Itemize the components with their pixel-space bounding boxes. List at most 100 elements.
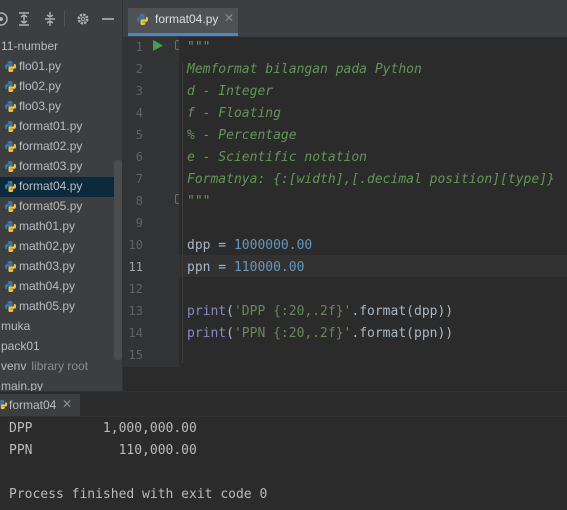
tree-item-label: muka xyxy=(1,319,31,333)
run-icon[interactable] xyxy=(152,39,164,52)
console-output-line: PPN 110,000.00 xyxy=(9,443,197,458)
tree-item-11-number[interactable]: 11-number xyxy=(0,37,116,57)
variable-dpp: dpp xyxy=(187,238,211,253)
line-number: 8 xyxy=(135,194,143,208)
line-number: 2 xyxy=(135,62,143,76)
line-number: 7 xyxy=(135,172,143,186)
code-line-14: print('PPN {:20,.2f}'.format(ppn)) xyxy=(187,323,453,345)
python-file-icon xyxy=(5,101,16,112)
line-number: 5 xyxy=(135,128,143,142)
tree-item-label: format02.py xyxy=(19,139,83,153)
line-number: 13 xyxy=(128,304,143,318)
code-line-8: """ xyxy=(187,194,211,209)
python-file-icon xyxy=(5,261,16,272)
gear-icon[interactable] xyxy=(75,11,91,27)
line-number: 9 xyxy=(135,216,143,230)
method-call: .format(ppn)) xyxy=(351,326,454,341)
python-file-icon xyxy=(5,61,16,72)
line-number-current: 11 xyxy=(128,260,143,274)
variable-ppn: ppn xyxy=(187,260,211,275)
console-exit-message: Process finished with exit code 0 xyxy=(9,487,268,502)
code-line-3: d - Integer xyxy=(187,84,274,99)
python-file-icon xyxy=(5,221,16,232)
tree-item-label: main.py xyxy=(1,379,44,391)
library-root-label: library root xyxy=(31,359,89,373)
code-line-7: Formatnya: {:[width],[.decimal position]… xyxy=(187,172,555,187)
console-output-line: DPP 1,000,000.00 xyxy=(9,421,197,436)
tab-format04[interactable]: format04.py ✕ xyxy=(128,8,238,36)
tree-item-format05[interactable]: format05.py xyxy=(0,197,116,217)
tree-item-venv[interactable]: venv library root xyxy=(0,357,116,377)
string-literal: 'PPN {:20,.2f}' xyxy=(233,326,352,341)
expand-all-icon[interactable] xyxy=(16,11,32,27)
tree-item-math02[interactable]: math02.py xyxy=(0,237,116,257)
python-file-icon xyxy=(5,81,16,92)
tree-item-main[interactable]: main.py xyxy=(0,377,116,391)
tree-item-math04[interactable]: math04.py xyxy=(0,277,116,297)
editor-tab-bar: format04.py ✕ xyxy=(123,0,567,38)
minimize-icon[interactable] xyxy=(100,11,116,27)
tree-item-label: math05.py xyxy=(19,299,76,313)
project-scrollbar[interactable] xyxy=(114,160,122,360)
string-literal: 'DPP {:20,.2f}' xyxy=(233,304,352,319)
line-number: 6 xyxy=(135,150,143,164)
python-file-icon xyxy=(5,161,16,172)
python-file-icon xyxy=(5,281,16,292)
number-literal: 1000000.00 xyxy=(233,238,313,253)
tree-item-label: flo01.py xyxy=(19,59,62,73)
indent-guide xyxy=(182,63,183,363)
close-icon[interactable]: ✕ xyxy=(62,397,72,411)
code-line-11: ppn = 110000.00 xyxy=(187,257,304,279)
line-number: 3 xyxy=(135,84,143,98)
code-line-2: Memformat bilangan pada Python xyxy=(187,62,422,77)
code-line-5: % - Percentage xyxy=(187,128,297,143)
close-icon[interactable]: ✕ xyxy=(224,11,234,25)
run-tab-format04[interactable]: format04 ✕ xyxy=(0,394,80,416)
line-number: 12 xyxy=(128,282,143,296)
target-icon[interactable] xyxy=(0,11,9,27)
code-line-6: e - Scientific notation xyxy=(187,150,368,165)
code-editor[interactable]: """ Memformat bilangan pada Python d - I… xyxy=(179,37,567,367)
number-literal: 110000.00 xyxy=(233,260,305,275)
tree-item-format03[interactable]: format03.py xyxy=(0,157,116,177)
tree-item-flo02[interactable]: flo02.py xyxy=(0,77,116,97)
code-line-13: print('DPP {:20,.2f}'.format(dpp)) xyxy=(187,301,453,323)
tree-item-math05[interactable]: math05.py xyxy=(0,297,116,317)
builtin-print: print xyxy=(187,326,227,341)
run-panel-separator xyxy=(0,416,567,417)
tree-item-label: 11-number xyxy=(1,39,59,53)
line-number: 4 xyxy=(135,106,143,120)
tree-item-label: format05.py xyxy=(19,199,83,213)
code-line-4: f - Floating xyxy=(187,106,281,121)
tree-item-label: flo02.py xyxy=(19,79,62,93)
tree-item-label: format03.py xyxy=(19,159,83,173)
python-file-icon xyxy=(5,301,16,312)
paren: ( xyxy=(226,326,234,341)
tree-item-math03[interactable]: math03.py xyxy=(0,257,116,277)
tree-item-pack01[interactable]: pack01 xyxy=(0,337,116,357)
operator: = xyxy=(210,238,234,253)
venv-label: venv xyxy=(1,359,27,373)
python-file-icon xyxy=(5,241,16,252)
code-line-1: """ xyxy=(187,40,211,55)
collapse-all-icon[interactable] xyxy=(42,11,58,27)
tree-item-flo03[interactable]: flo03.py xyxy=(0,97,116,117)
tree-item-format04[interactable]: format04.py xyxy=(0,177,116,197)
tree-item-math01[interactable]: math01.py xyxy=(0,217,116,237)
project-panel: 11-number flo01.py flo02.py flo03.py for… xyxy=(0,0,122,391)
line-number: 15 xyxy=(128,348,143,362)
tree-item-flo01[interactable]: flo01.py xyxy=(0,57,116,77)
method-call: .format(dpp)) xyxy=(351,304,454,319)
python-file-icon xyxy=(5,201,16,212)
python-file-icon xyxy=(5,141,16,152)
tree-item-format01[interactable]: format01.py xyxy=(0,117,116,137)
tree-item-label: math01.py xyxy=(19,219,76,233)
tree-item-format02[interactable]: format02.py xyxy=(0,137,116,157)
python-file-icon xyxy=(5,121,16,132)
tree-item-muka[interactable]: muka xyxy=(0,317,116,337)
editor-gutter: 1 2 3 4 5 6 7 8 9 10 11 12 13 14 15 xyxy=(123,37,185,367)
run-tab-label: format04 xyxy=(9,398,57,412)
tree-item-label: math02.py xyxy=(19,239,76,253)
tree-item-label: flo03.py xyxy=(19,99,62,113)
python-file-icon xyxy=(137,14,148,25)
